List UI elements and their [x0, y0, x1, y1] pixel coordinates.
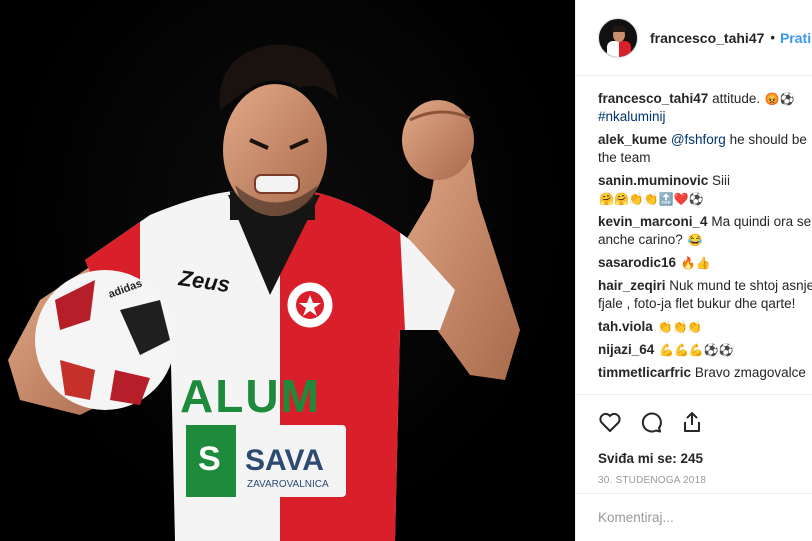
heart-icon[interactable]: [598, 410, 622, 434]
comment-username[interactable]: kevin_marconi_4: [598, 214, 708, 229]
comment-item: sasarodic16 🔥👍: [598, 254, 812, 272]
avatar[interactable]: [598, 17, 638, 58]
svg-text:S: S: [198, 440, 221, 478]
comments-list[interactable]: francesco_tahi47 attitude. 😡⚽ #nkalumini…: [576, 76, 812, 394]
comment-username[interactable]: alek_kume: [598, 132, 667, 147]
header-username[interactable]: francesco_tahi47: [650, 30, 764, 46]
comment-item: alek_kume @fshforg he should be the team: [598, 131, 812, 167]
comment-username[interactable]: nijazi_64: [598, 342, 654, 357]
post-side-panel: francesco_tahi47 • Prati francesco_tahi4…: [575, 0, 812, 541]
comment-username[interactable]: sanin.muminovic: [598, 173, 708, 188]
follow-button[interactable]: Prati: [780, 30, 811, 46]
comment-username[interactable]: hair_zeqiri: [598, 278, 666, 293]
share-icon[interactable]: [680, 410, 704, 434]
comment-item: hair_zeqiri Nuk mund te shtoj asnje fjal…: [598, 277, 812, 313]
comment-emoji: 👏👏👏: [657, 320, 703, 334]
sponsor-sava: SAVA: [245, 444, 324, 477]
caption: francesco_tahi47 attitude. 😡⚽ #nkalumini…: [598, 90, 812, 126]
comment-mention[interactable]: @fshforg: [671, 132, 726, 147]
comment-emoji: 🔥👍: [680, 256, 711, 270]
comment-username[interactable]: tah.viola: [598, 319, 653, 334]
comment-item: kevin_marconi_4 Ma quindi ora sei anche …: [598, 213, 812, 249]
action-icons: [598, 409, 812, 435]
header-separator: •: [770, 30, 775, 45]
comment-emoji: 💪💪💪⚽⚽: [659, 343, 734, 357]
post-photo[interactable]: Zeus ALUM S SAVA ZAVAROVALNICA adidas: [0, 0, 575, 541]
comment-item: nijazi_64 💪💪💪⚽⚽: [598, 341, 812, 359]
sponsor-sava-sub: ZAVAROVALNICA: [247, 479, 329, 490]
post-header: francesco_tahi47 • Prati: [576, 0, 812, 76]
comment-emoji: 🤗🤗👏👏🔝❤️⚽: [599, 192, 704, 206]
post-actions: Sviđa mi se: 245 30. STUDENOGA 2018: [576, 394, 812, 486]
comment-username[interactable]: timmetlicarfric: [598, 365, 691, 380]
caption-text: attitude.: [712, 91, 761, 106]
comment-icon[interactable]: [639, 410, 663, 434]
likes-count[interactable]: Sviđa mi se: 245: [598, 451, 812, 466]
caption-hashtag[interactable]: #nkaluminij: [598, 109, 666, 124]
comment-emoji: 😂: [687, 233, 703, 247]
comment-item: sanin.muminovic Siii 🤗🤗👏👏🔝❤️⚽: [598, 172, 812, 208]
jersey-sponsor: ALUM: [180, 370, 321, 422]
comment-input[interactable]: Komentiraj...: [576, 493, 812, 541]
comment-text: Bravo zmagovalce: [694, 365, 806, 380]
caption-emoji: 😡⚽: [764, 92, 795, 106]
post-date: 30. STUDENOGA 2018: [598, 475, 707, 486]
comment-item: timmetlicarfric Bravo zmagovalce: [598, 364, 812, 382]
comment-username[interactable]: sasarodic16: [598, 255, 676, 270]
comment-item: tah.viola 👏👏👏: [598, 318, 812, 336]
player-illustration: Zeus ALUM S SAVA ZAVAROVALNICA adidas: [8, 44, 520, 541]
caption-username[interactable]: francesco_tahi47: [598, 91, 708, 106]
comment-text: Siii: [712, 173, 731, 188]
